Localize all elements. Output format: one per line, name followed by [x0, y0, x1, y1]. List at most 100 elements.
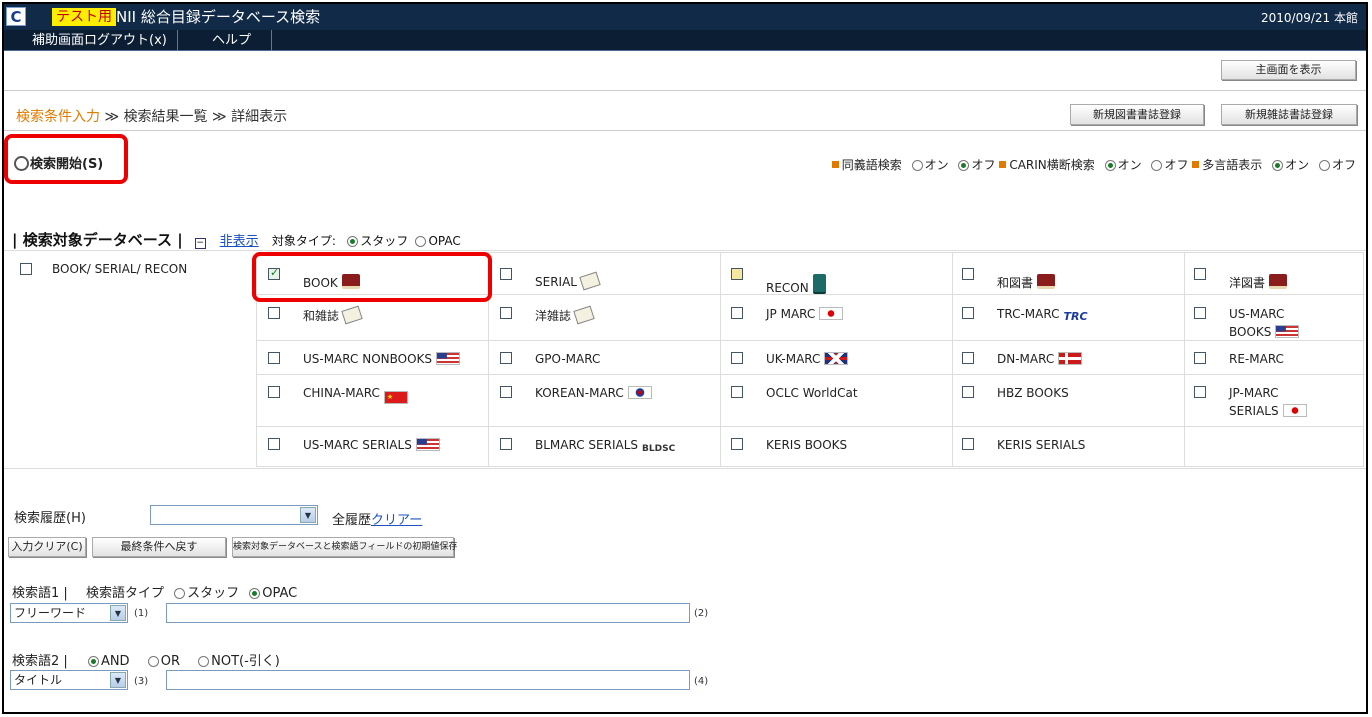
- db-group-checkbox[interactable]: [20, 263, 32, 275]
- db-checkbox-21[interactable]: [500, 438, 512, 450]
- divider: [4, 250, 1366, 251]
- db-checkbox-4[interactable]: [1194, 268, 1206, 280]
- app-title: NII 総合目録データベース検索: [116, 8, 321, 26]
- app-logo-icon: C: [6, 7, 26, 26]
- history-select[interactable]: ▼: [150, 505, 318, 525]
- help-menu[interactable]: ヘルプ: [192, 30, 273, 51]
- kw2-and-radio[interactable]: [87, 656, 99, 667]
- hide-link[interactable]: 非表示: [220, 234, 259, 249]
- keyword1-label: 検索語1 |: [12, 586, 68, 601]
- carin-on-radio[interactable]: [1104, 160, 1116, 171]
- db-checkbox-12[interactable]: [731, 352, 743, 364]
- keyword2-field-select[interactable]: タイトル ▼: [10, 670, 128, 690]
- breadcrumb-search-input[interactable]: 検索条件入力: [16, 109, 100, 125]
- chevron-down-icon[interactable]: ▼: [110, 672, 126, 688]
- db-checkbox-23[interactable]: [962, 438, 974, 450]
- db-checkbox-18[interactable]: [962, 386, 974, 398]
- db-label-22: KERIS BOOKS: [766, 438, 848, 452]
- keyword2-label: 検索語2 |: [12, 654, 68, 669]
- collapse-icon[interactable]: −: [194, 238, 206, 249]
- clear-history: 全履歴クリアー: [332, 513, 423, 528]
- db-section-header: | 検索対象データベース | − 非表示 対象タイプ: スタッフ OPAC: [12, 231, 461, 249]
- db-label-5: 和雑誌: [303, 305, 363, 325]
- target-staff-radio[interactable]: [347, 236, 359, 247]
- carin-off-radio[interactable]: [1151, 160, 1163, 171]
- db-section-title: | 検索対象データベース |: [12, 231, 183, 249]
- db-checkbox-8[interactable]: [962, 307, 974, 319]
- date-location: 2010/09/21 本館: [1261, 11, 1358, 25]
- multilang-off-radio[interactable]: [1318, 160, 1330, 171]
- save-default-button[interactable]: 検索対象データベースと検索語フィールドの初期値保存: [232, 537, 457, 557]
- last-condition-button[interactable]: 最終条件へ戻す: [92, 537, 226, 557]
- db-checkbox-5[interactable]: [268, 307, 280, 319]
- db-checkbox-14[interactable]: [1194, 352, 1206, 364]
- db-checkbox-7[interactable]: [731, 307, 743, 319]
- show-main-screen-button[interactable]: 主画面を表示: [1221, 60, 1356, 80]
- bullet-icon: [831, 161, 839, 168]
- book-icon: [1037, 274, 1056, 289]
- chevron-down-icon[interactable]: ▼: [110, 605, 126, 621]
- new-book-button[interactable]: 新規図書書誌登録: [1070, 104, 1204, 125]
- db-label-1: SERIAL: [535, 271, 601, 291]
- book-icon: [812, 274, 826, 294]
- book-icon: [1269, 274, 1288, 289]
- db-label-6: 洋雑誌: [535, 305, 595, 325]
- search-options: 同義語検索 オン オフ CARIN横断検索 オン オフ 多言語表示 オン オフ: [831, 156, 1356, 173]
- kw2-not-radio[interactable]: [198, 656, 210, 667]
- db-label-9: US-MARC BOOKS: [1229, 307, 1300, 339]
- db-group-label: BOOK/ SERIAL/ RECON: [52, 262, 188, 276]
- db-checkbox-19[interactable]: [1194, 386, 1206, 398]
- logout-menu[interactable]: 補助画面ログアウト(x): [22, 30, 178, 51]
- keyword2-input[interactable]: [166, 670, 690, 690]
- flag-icon: [627, 386, 652, 399]
- highlight-box: [252, 252, 492, 302]
- db-label-23: KERIS SERIALS: [997, 438, 1086, 452]
- db-checkbox-22[interactable]: [731, 438, 743, 450]
- history-label: 検索履歴(H): [14, 511, 86, 526]
- db-checkbox-1[interactable]: [500, 268, 512, 280]
- kw1-opac-radio[interactable]: [249, 588, 261, 599]
- divider: [4, 130, 1366, 131]
- db-label-3: 和図書: [997, 274, 1056, 291]
- logo-icon: BLDSC: [642, 444, 676, 454]
- db-checkbox-6[interactable]: [500, 307, 512, 319]
- new-serial-button[interactable]: 新規雑誌書誌登録: [1221, 104, 1357, 125]
- flag-icon: [1282, 404, 1307, 417]
- db-checkbox-13[interactable]: [962, 352, 974, 364]
- flag-icon: [436, 352, 461, 365]
- db-checkbox-11[interactable]: [500, 352, 512, 364]
- synonym-on-radio[interactable]: [911, 160, 923, 171]
- db-checkbox-3[interactable]: [962, 268, 974, 280]
- db-checkbox-17[interactable]: [731, 386, 743, 398]
- target-opac-radio[interactable]: [415, 236, 427, 247]
- flag-icon: [824, 352, 849, 365]
- bullet-icon: [1192, 161, 1200, 168]
- db-checkbox-16[interactable]: [500, 386, 512, 398]
- db-label-16: KOREAN-MARC: [535, 386, 652, 400]
- keyword1-input[interactable]: [166, 603, 690, 623]
- chevron-down-icon[interactable]: ▼: [300, 507, 316, 523]
- kw1-staff-radio[interactable]: [174, 588, 186, 599]
- db-label-20: US-MARC SERIALS: [303, 438, 440, 452]
- bullet-icon: [999, 161, 1007, 168]
- synonym-off-radio[interactable]: [958, 160, 970, 171]
- db-checkbox-20[interactable]: [268, 438, 280, 450]
- breadcrumb-detail: 詳細表示: [231, 109, 288, 125]
- db-label-2: RECON: [766, 274, 826, 295]
- keyword1-row: 検索語1 | 検索語タイプ スタッフ OPAC: [12, 586, 298, 601]
- multilang-on-radio[interactable]: [1272, 160, 1284, 171]
- db-label-12: UK-MARC: [766, 352, 849, 366]
- highlight-box: [4, 134, 128, 184]
- db-checkbox-2[interactable]: [731, 268, 743, 280]
- keyword-type-label: 検索語タイプ: [85, 586, 164, 601]
- db-checkbox-15[interactable]: [268, 386, 280, 398]
- db-checkbox-10[interactable]: [268, 352, 280, 364]
- keyword2-row: 検索語2 | AND OR NOT(-引く): [12, 654, 280, 669]
- kw2-or-radio[interactable]: [147, 656, 159, 667]
- magazine-icon: [579, 271, 601, 291]
- keyword1-field-select[interactable]: フリーワード ▼: [10, 603, 128, 623]
- clear-history-link[interactable]: クリアー: [371, 513, 422, 528]
- clear-input-button[interactable]: 入力クリア(C): [8, 537, 86, 557]
- db-label-4: 洋図書: [1229, 274, 1288, 291]
- db-checkbox-9[interactable]: [1194, 307, 1206, 319]
